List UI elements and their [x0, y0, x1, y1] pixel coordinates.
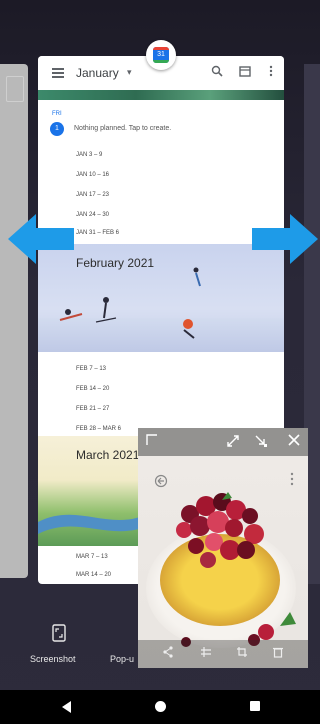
- popup-bottom-bar: [138, 640, 308, 668]
- week-label[interactable]: MAR 7 – 13: [76, 554, 108, 560]
- swipe-right-arrow-icon: [252, 214, 318, 264]
- popup-window-button-label[interactable]: Pop-u: [110, 654, 134, 664]
- popup-window[interactable]: [138, 428, 308, 668]
- screenshot-icon[interactable]: [52, 624, 66, 642]
- previous-app-preview: [6, 76, 24, 102]
- month-label[interactable]: January: [76, 66, 119, 80]
- week-label[interactable]: JAN 31 – FEB 6: [76, 230, 119, 236]
- recents-icon[interactable]: [250, 701, 260, 711]
- berries-photo: [176, 492, 296, 647]
- today-date-badge[interactable]: 1: [50, 122, 64, 136]
- header-illustration: [38, 90, 284, 100]
- calendar-logo-icon: 31: [153, 47, 169, 63]
- minimize-icon[interactable]: [254, 434, 268, 452]
- share-nodes-icon[interactable]: [162, 646, 174, 661]
- delete-icon[interactable]: [272, 646, 284, 661]
- week-label[interactable]: MAR 14 – 20: [76, 572, 111, 578]
- resize-icon[interactable]: [226, 434, 240, 452]
- week-label[interactable]: JAN 24 – 30: [76, 212, 109, 218]
- back-icon[interactable]: [62, 701, 71, 713]
- week-label[interactable]: FEB 14 – 20: [76, 386, 109, 392]
- week-label[interactable]: FEB 7 – 13: [76, 366, 106, 372]
- week-label[interactable]: JAN 17 – 23: [76, 192, 109, 198]
- winter-illustration: [59, 267, 201, 339]
- calendar-view-icon[interactable]: [238, 65, 252, 79]
- menu-icon[interactable]: [52, 68, 64, 78]
- dropdown-arrow-icon[interactable]: ▾: [127, 67, 132, 78]
- edit-icon[interactable]: [200, 646, 212, 661]
- search-icon[interactable]: [210, 65, 224, 79]
- popup-title-bar: [138, 428, 308, 456]
- march-title: March 2021: [76, 448, 140, 462]
- navigation-bar: [0, 690, 320, 724]
- screenshot-button-label[interactable]: Screenshot: [30, 654, 76, 664]
- week-label[interactable]: JAN 3 – 9: [76, 152, 102, 158]
- week-label[interactable]: FEB 28 – MAR 6: [76, 426, 121, 432]
- crop-icon[interactable]: [236, 646, 248, 661]
- close-icon[interactable]: [288, 434, 300, 450]
- calendar-app-icon[interactable]: 31: [146, 40, 176, 70]
- today-empty-message[interactable]: Nothing planned. Tap to create.: [74, 125, 171, 132]
- week-label[interactable]: JAN 10 – 16: [76, 172, 109, 178]
- swipe-left-arrow-icon: [8, 214, 74, 264]
- february-banner: February 2021: [38, 244, 284, 352]
- popup-corner-icon[interactable]: [146, 434, 158, 450]
- popup-window-content: [138, 456, 308, 668]
- home-icon[interactable]: [155, 701, 166, 712]
- week-label[interactable]: FEB 21 – 27: [76, 406, 109, 412]
- previous-app-card[interactable]: [0, 64, 28, 578]
- more-options-icon[interactable]: [264, 65, 278, 79]
- today-weekday: FRI: [52, 111, 62, 117]
